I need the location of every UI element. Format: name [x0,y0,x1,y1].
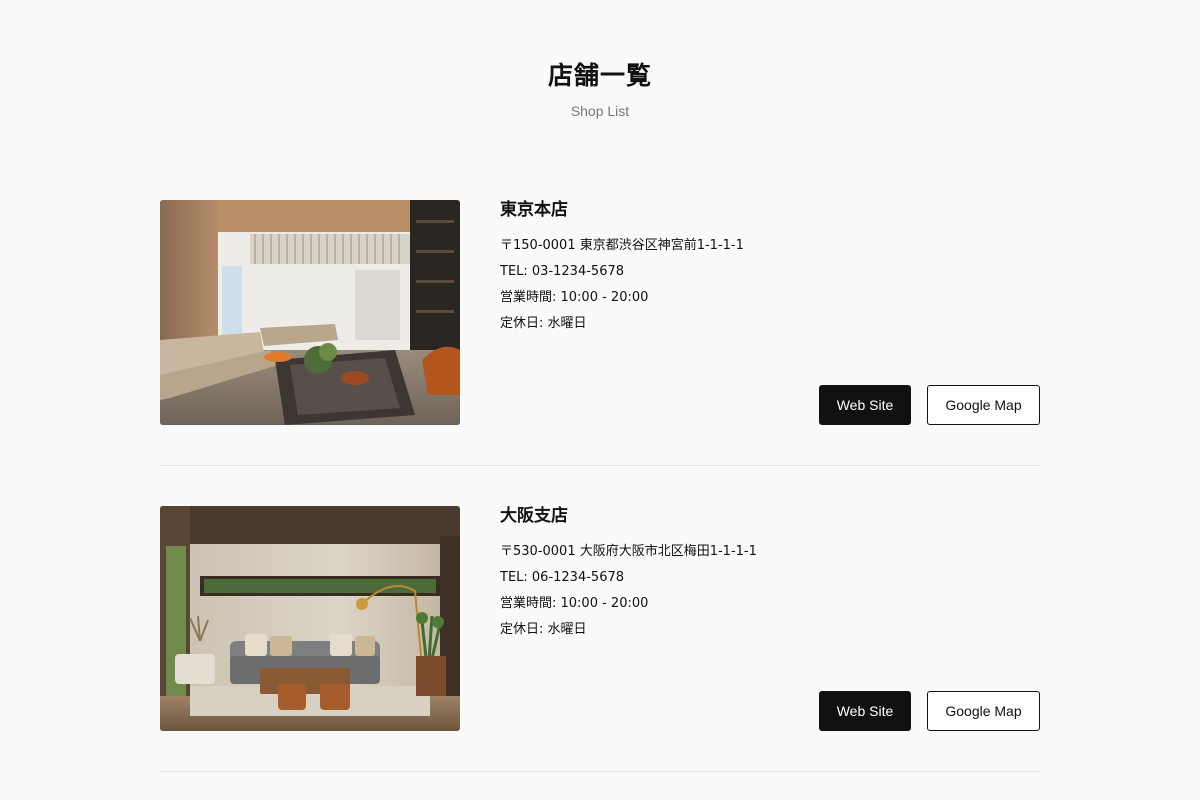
shop-info: 大阪支店 〒530-0001 大阪府大阪市北区梅田1-1-1-1 TEL: 06… [500,506,1040,731]
website-button[interactable]: Web Site [819,691,911,731]
google-map-button[interactable]: Google Map [927,385,1040,425]
shop-tel: TEL: 03-1234-5678 [500,264,625,279]
shop-photo [160,200,460,425]
shop-details: 〒530-0001 大阪府大阪市北区梅田1-1-1-1 TEL: 06-1234… [500,539,1040,643]
shop-closed-day: 定休日: 水曜日 [500,316,587,331]
shop-tel: TEL: 06-1234-5678 [500,570,625,585]
shop-name: 大阪支店 [500,506,568,526]
shop-hours: 営業時間: 10:00 - 20:00 [500,290,649,305]
shop-details: 〒150-0001 東京都渋谷区神宮前1-1-1-1 TEL: 03-1234-… [500,233,1040,337]
shop-card-tokyo: 東京本店 〒150-0001 東京都渋谷区神宮前1-1-1-1 TEL: 03-… [160,200,1040,466]
shop-photo [160,506,460,731]
page-header: 店舗一覧 Shop List [0,58,1200,121]
website-button[interactable]: Web Site [819,385,911,425]
shop-card-osaka: 大阪支店 〒530-0001 大阪府大阪市北区梅田1-1-1-1 TEL: 06… [160,506,1040,772]
shop-hours: 営業時間: 10:00 - 20:00 [500,596,649,611]
shop-address: 〒530-0001 大阪府大阪市北区梅田1-1-1-1 [500,544,757,559]
shop-name: 東京本店 [500,200,568,220]
google-map-button[interactable]: Google Map [927,691,1040,731]
page-title: 店舗一覧 [547,61,652,90]
shop-info: 東京本店 〒150-0001 東京都渋谷区神宮前1-1-1-1 TEL: 03-… [500,200,1040,425]
divider [160,771,1040,772]
shop-closed-day: 定休日: 水曜日 [500,622,587,637]
divider [160,465,1040,466]
page-subtitle: Shop List [570,103,630,119]
shop-address: 〒150-0001 東京都渋谷区神宮前1-1-1-1 [500,238,744,253]
